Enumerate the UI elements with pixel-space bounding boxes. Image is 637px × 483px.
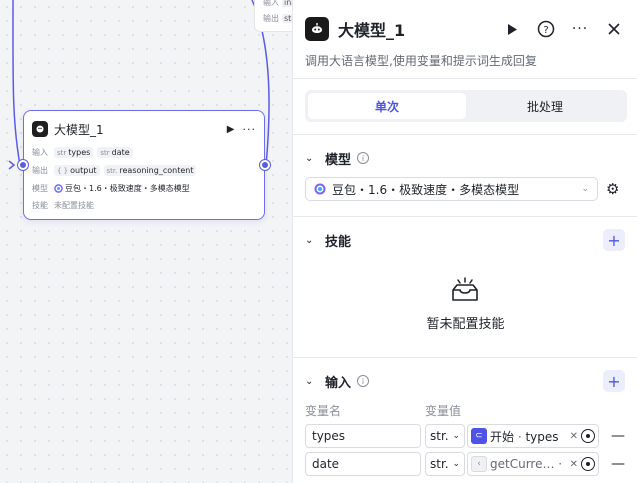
node-model-value: 豆包・1.6・极致速度・多模态模型	[65, 184, 190, 193]
node-run-icon[interactable]: ▶	[227, 124, 235, 135]
chevron-down-icon: ⌄	[452, 431, 460, 441]
col-var-value: 变量值	[425, 404, 462, 418]
node-output-handle[interactable]	[260, 160, 270, 170]
edge-arrow-icon	[8, 160, 16, 170]
prev-input-label: 输入	[263, 0, 279, 7]
input-section-header[interactable]: ⌄ 输入 i +	[305, 370, 625, 392]
play-icon	[508, 23, 517, 35]
panel-description: 调用大语言模型,使用变量和提示词生成回复	[305, 54, 537, 68]
node-output-tag: { } output	[54, 165, 100, 176]
chevron-down-icon: ⌄	[581, 184, 589, 194]
col-var-name: 变量名	[305, 404, 342, 418]
divider	[293, 134, 637, 135]
close-button[interactable]	[603, 18, 625, 40]
var-type-select[interactable]: str. ⌄	[425, 424, 465, 448]
function-node-icon: ‹	[471, 456, 487, 472]
clear-icon[interactable]: ✕	[570, 459, 578, 470]
var-value-text: getCurre… ·	[490, 457, 563, 471]
edge-incoming	[12, 0, 21, 166]
info-icon[interactable]: i	[357, 152, 370, 164]
var-value-text: 开始 · types	[490, 429, 559, 444]
llm-node-icon	[32, 121, 48, 137]
doubao-icon	[54, 184, 63, 193]
remove-input-button[interactable]: —	[611, 456, 625, 472]
node-input-label: 输入	[32, 148, 48, 157]
skills-empty-text: 暂未配置技能	[426, 317, 505, 332]
skills-section-title: 技能	[325, 234, 352, 250]
chevron-down-icon[interactable]: ⌄	[305, 235, 321, 246]
chevron-down-icon: ⌄	[452, 459, 460, 469]
target-icon[interactable]	[581, 457, 595, 471]
node-model-label: 模型	[32, 184, 48, 193]
skills-section-header[interactable]: ⌄ 技能 +	[305, 229, 625, 251]
add-skill-button[interactable]: +	[603, 229, 625, 251]
var-value-ref[interactable]: ⊂ 开始 · types ✕	[467, 424, 599, 448]
info-icon[interactable]: i	[357, 375, 370, 387]
node-input-tag: str types	[54, 147, 94, 158]
var-type-select[interactable]: str. ⌄	[425, 452, 465, 476]
prev-output-tag: str	[282, 14, 292, 23]
var-type-value: str.	[430, 457, 449, 471]
model-section-header[interactable]: ⌄ 模型 i	[305, 148, 625, 168]
add-input-button[interactable]: +	[603, 370, 625, 392]
divider	[293, 78, 637, 79]
prev-input-tag: input	[282, 0, 292, 7]
node-title: 大模型_1	[54, 122, 104, 137]
more-button[interactable]: ···	[569, 18, 591, 40]
workflow-canvas[interactable]: 输入input 输出str 大模型_1 ▶ ··· 输入 strtypes st…	[0, 0, 292, 483]
var-name-input[interactable]: types	[305, 424, 421, 448]
prev-output-label: 输出	[263, 14, 279, 23]
divider	[293, 216, 637, 217]
divider	[293, 357, 637, 358]
close-icon	[608, 23, 620, 35]
clear-icon[interactable]: ✕	[570, 431, 578, 442]
start-node-icon: ⊂	[471, 428, 487, 444]
tab-single[interactable]: 单次	[308, 93, 466, 119]
empty-inbox-icon	[452, 277, 478, 301]
llm-node-card[interactable]: 大模型_1 ▶ ··· 输入 str types str date 输出 { } ou…	[23, 110, 265, 220]
help-button[interactable]: ?	[535, 18, 557, 40]
chevron-down-icon[interactable]: ⌄	[305, 376, 321, 387]
node-output-tag: str. reasoning_content	[103, 165, 197, 176]
input-row: types str. ⌄ ⊂ 开始 · types ✕ —	[305, 424, 625, 448]
doubao-icon	[314, 183, 326, 195]
node-input-row: 输入 str types str date	[32, 147, 137, 158]
llm-logo-icon	[305, 17, 329, 41]
node-skills-row: 技能 未配置技能	[32, 200, 94, 211]
node-output-label: 输出	[32, 166, 48, 175]
tab-batch[interactable]: 批处理	[466, 93, 624, 119]
node-skills-value: 未配置技能	[54, 201, 94, 210]
var-name-input[interactable]: date	[305, 452, 421, 476]
node-output-row: 输出 { } output str. reasoning_content	[32, 165, 200, 176]
model-section-title: 模型	[325, 152, 352, 168]
node-skills-label: 技能	[32, 201, 48, 210]
help-icon: ?	[537, 20, 555, 38]
node-model-row: 模型 豆包・1.6・极致速度・多模态模型	[32, 183, 190, 194]
model-select[interactable]: 豆包・1.6・极致速度・多模态模型 ⌄	[305, 177, 598, 201]
var-value-ref[interactable]: ‹ getCurre… · ✕	[467, 452, 599, 476]
input-section-title: 输入	[325, 375, 352, 391]
svg-text:?: ?	[543, 25, 548, 36]
node-config-panel: 大模型_1 ? ··· 调用大语言模型,使用变量和提示词生成回复 单次 批处理 …	[292, 0, 637, 483]
var-type-value: str.	[430, 429, 449, 443]
run-mode-tabs: 单次 批处理	[305, 90, 627, 122]
node-input-handle[interactable]	[18, 160, 28, 170]
model-select-value: 豆包・1.6・极致速度・多模态模型	[332, 182, 520, 197]
node-input-tag: str date	[97, 147, 133, 158]
remove-input-button[interactable]: —	[611, 428, 625, 444]
edges-layer	[12, 0, 270, 166]
node-more-icon[interactable]: ···	[243, 123, 257, 136]
chevron-down-icon[interactable]: ⌄	[305, 153, 321, 164]
run-button[interactable]	[501, 18, 523, 40]
target-icon[interactable]	[581, 429, 595, 443]
input-row: date str. ⌄ ‹ getCurre… · ✕ —	[305, 452, 625, 476]
previous-node-card[interactable]: 输入input 输出str	[254, 0, 292, 32]
panel-title: 大模型_1	[338, 21, 406, 40]
model-settings-icon[interactable]: ⚙	[606, 180, 619, 198]
